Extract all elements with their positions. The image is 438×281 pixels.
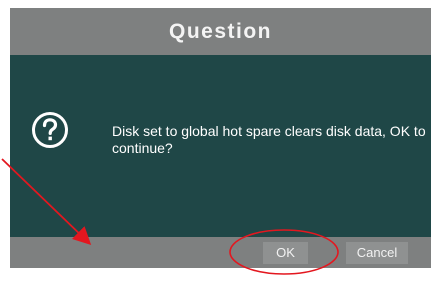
dialog-message: Disk set to global hot spare clears disk… <box>112 123 426 156</box>
dialog-body: Disk set to global hot spare clears disk… <box>10 55 431 237</box>
question-dialog: Question Disk set to global hot spare cl… <box>10 8 431 268</box>
ok-button[interactable]: OK <box>263 242 308 264</box>
dialog-title: Question <box>10 8 431 55</box>
question-mark-icon <box>31 111 69 149</box>
cancel-button[interactable]: Cancel <box>346 242 408 264</box>
dialog-footer: OK Cancel <box>10 237 431 268</box>
screenshot-page: Question Disk set to global hot spare cl… <box>0 0 438 281</box>
